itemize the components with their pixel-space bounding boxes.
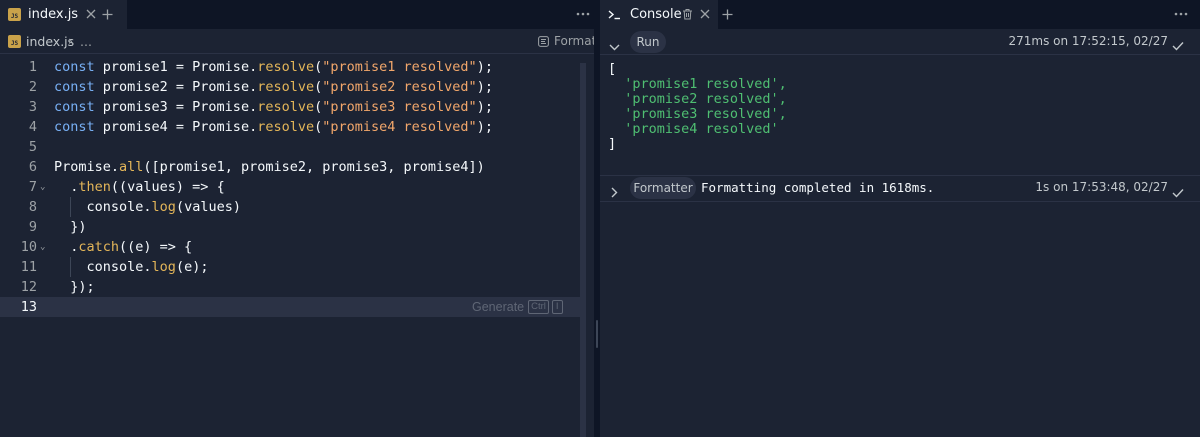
run-badge: Run bbox=[630, 31, 666, 53]
tab-label: Console bbox=[630, 7, 682, 22]
line-number: 6 bbox=[28, 159, 37, 175]
code-line: 1 const promise1 = Promise.resolve("promi… bbox=[0, 57, 580, 77]
tab-console[interactable]: Console bbox=[600, 0, 718, 29]
breadcrumb-separator: › bbox=[68, 33, 73, 48]
line-number: 2 bbox=[28, 79, 37, 95]
output-line: 'promise3 resolved', bbox=[608, 106, 787, 122]
run-entry-header[interactable]: Run 271ms on 17:52:15, 02/27 bbox=[600, 29, 1200, 54]
divider bbox=[600, 201, 1200, 202]
code-line: 5 bbox=[0, 137, 580, 157]
line-number: 10 bbox=[20, 239, 37, 255]
editor-pane: JS index.js JS index.js › ... Format 1 co… bbox=[0, 0, 594, 437]
format-button[interactable]: Format bbox=[538, 34, 594, 48]
line-number: 12 bbox=[20, 279, 37, 295]
editor-scrollbar[interactable] bbox=[580, 63, 586, 437]
format-icon bbox=[538, 35, 549, 47]
chevron-right-icon[interactable] bbox=[611, 183, 618, 202]
code-line: 9 }) bbox=[0, 217, 580, 237]
code-line: 2 const promise2 = Promise.resolve("promi… bbox=[0, 77, 580, 97]
javascript-file-icon: JS bbox=[8, 8, 21, 21]
code-editor[interactable]: 1 const promise1 = Promise.resolve("promi… bbox=[0, 57, 580, 317]
trash-icon[interactable] bbox=[680, 7, 694, 21]
close-icon[interactable] bbox=[698, 7, 712, 21]
editor-scrollbar-thumb[interactable] bbox=[580, 63, 586, 437]
console-pane: Console Run 271ms on 17:52:15, 02/27 [ '… bbox=[600, 0, 1200, 437]
code-line: 12 }); bbox=[0, 277, 580, 297]
tab-label: index.js bbox=[28, 7, 79, 22]
generate-hint[interactable]: Generate Ctrl I bbox=[472, 297, 563, 317]
output-line: 'promise4 resolved' bbox=[608, 121, 779, 137]
line-number: 7 bbox=[28, 179, 37, 195]
code-line: 8 console.log(values) bbox=[0, 197, 580, 217]
plus-icon[interactable] bbox=[720, 7, 734, 21]
editor-tabbar: JS index.js bbox=[0, 0, 594, 29]
kbd-i: I bbox=[551, 300, 563, 314]
code-line: 11 console.log(e); bbox=[0, 257, 580, 277]
line-number: 8 bbox=[28, 199, 37, 215]
code-line: 10 ⌄ .catch((e) => { bbox=[0, 237, 580, 257]
generate-label: Generate bbox=[472, 300, 525, 314]
line-number: 1 bbox=[28, 59, 37, 75]
more-icon[interactable] bbox=[1173, 7, 1189, 21]
breadcrumb-file[interactable]: index.js bbox=[26, 34, 74, 49]
breadcrumb-more[interactable]: ... bbox=[80, 34, 92, 49]
code-line: 4 const promise4 = Promise.resolve("promi… bbox=[0, 117, 580, 137]
code-line-active: 13 Generate Ctrl I bbox=[0, 297, 580, 317]
output-line: 'promise2 resolved', bbox=[608, 91, 787, 107]
code-line: 6 Promise.all([promise1, promise2, promis… bbox=[0, 157, 580, 177]
line-number: 13 bbox=[20, 299, 37, 315]
check-icon bbox=[1172, 36, 1184, 55]
formatter-badge: Formatter bbox=[630, 177, 696, 199]
terminal-icon bbox=[608, 10, 620, 20]
code-line: 7 ⌄ .then((values) => { bbox=[0, 177, 580, 197]
output-line: ] bbox=[608, 136, 617, 152]
close-icon[interactable] bbox=[84, 7, 98, 21]
divider bbox=[600, 54, 1200, 55]
plus-icon[interactable] bbox=[100, 7, 114, 21]
chevron-down-icon[interactable]: ⌄ bbox=[40, 237, 45, 257]
code-line: 3 const promise3 = Promise.resolve("promi… bbox=[0, 97, 580, 117]
format-label: Format bbox=[554, 34, 594, 48]
line-number: 3 bbox=[28, 99, 37, 115]
output-line: [ bbox=[608, 61, 617, 77]
output-line: 'promise1 resolved', bbox=[608, 76, 787, 92]
line-number: 11 bbox=[20, 259, 37, 275]
formatter-entry[interactable]: Formatter Formatting completed in 1618ms… bbox=[600, 176, 1200, 201]
formatter-timestamp: 1s on 17:53:48, 02/27 bbox=[1035, 180, 1168, 194]
javascript-file-icon: JS bbox=[8, 35, 21, 48]
more-icon[interactable] bbox=[575, 7, 591, 21]
line-number: 4 bbox=[28, 119, 37, 135]
pane-resize-handle[interactable] bbox=[596, 320, 598, 348]
check-icon bbox=[1172, 183, 1184, 202]
line-number: 5 bbox=[28, 139, 37, 155]
chevron-down-icon[interactable] bbox=[609, 36, 620, 55]
kbd-ctrl: Ctrl bbox=[528, 300, 549, 314]
console-tabbar: Console bbox=[600, 0, 1200, 29]
breadcrumb-bar: JS index.js › ... Format bbox=[0, 29, 594, 54]
line-number: 9 bbox=[28, 219, 37, 235]
chevron-down-icon[interactable]: ⌄ bbox=[40, 177, 45, 197]
run-timestamp: 271ms on 17:52:15, 02/27 bbox=[1008, 34, 1168, 48]
formatter-message: Formatting completed in 1618ms. bbox=[701, 180, 935, 195]
